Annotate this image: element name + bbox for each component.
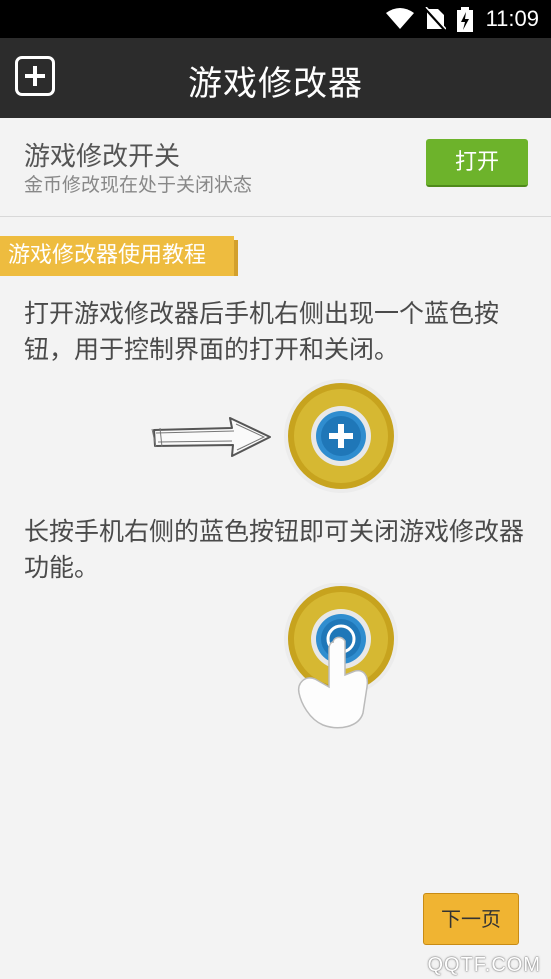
floating-plus-button-illustration bbox=[284, 379, 398, 493]
status-time: 11:09 bbox=[485, 6, 539, 31]
long-press-hand-illustration bbox=[284, 583, 398, 729]
title-bar: 游戏修改器 bbox=[0, 38, 551, 118]
tutorial-tag: 游戏修改器使用教程 bbox=[0, 236, 238, 276]
switch-status-text: 金币修改现在处于关闭状态 bbox=[24, 174, 253, 196]
tutorial-step-2: 长按手机右侧的蓝色按钮即可关闭游戏修改器功能。 bbox=[24, 517, 525, 582]
status-bar: 11:09 bbox=[0, 0, 551, 38]
wifi-icon bbox=[386, 8, 414, 29]
switch-title: 游戏修改开关 bbox=[24, 142, 181, 172]
watermark: QQTF.COM bbox=[427, 954, 541, 976]
no-sim-icon bbox=[424, 7, 446, 31]
switch-row: 游戏修改开关 金币修改现在处于关闭状态 打开 bbox=[0, 118, 551, 217]
tutorial-step-1: 打开游戏修改器后手机右侧出现一个蓝色按钮，用于控制界面的打开和关闭。 bbox=[24, 299, 500, 364]
hand-drawn-arrow-icon bbox=[151, 417, 271, 457]
battery-charging-icon bbox=[457, 7, 473, 32]
next-page-button[interactable]: 下一页 bbox=[423, 893, 519, 945]
open-button[interactable]: 打开 bbox=[426, 139, 528, 187]
page-title: 游戏修改器 bbox=[188, 64, 363, 104]
